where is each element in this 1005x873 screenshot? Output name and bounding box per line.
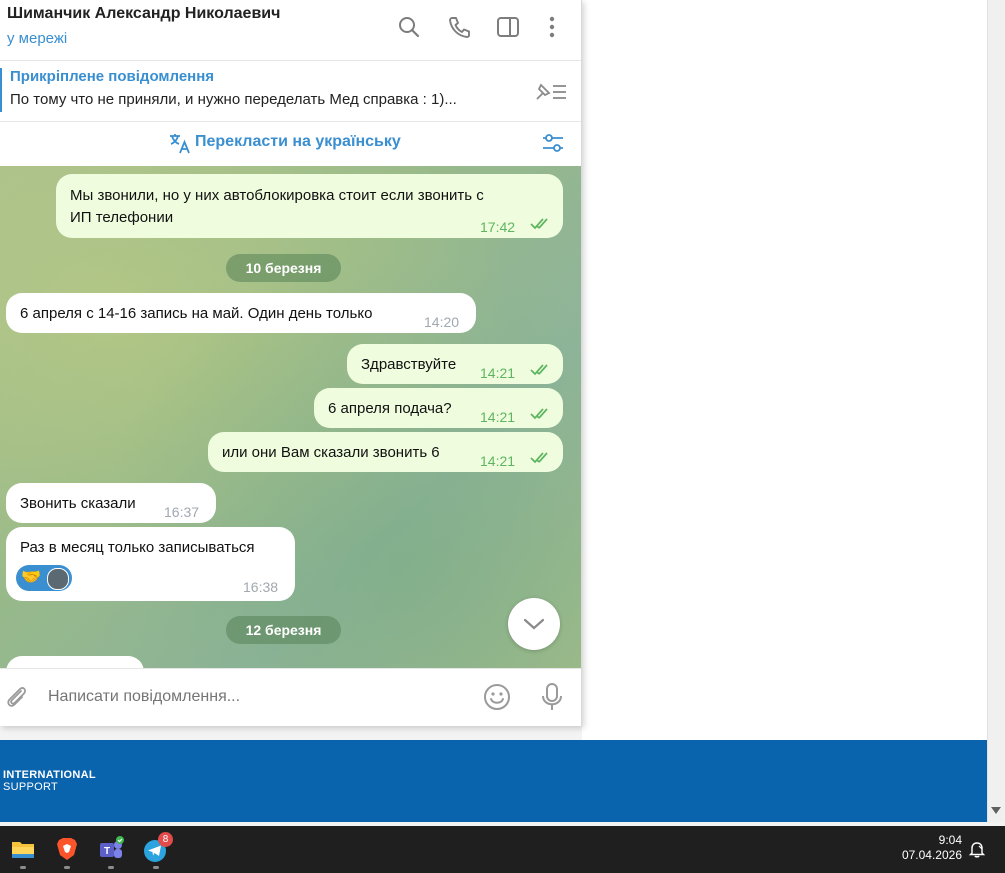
message-text: или они Вам сказали звонить 6 — [222, 444, 440, 461]
website-banner — [0, 740, 987, 822]
date-separator: 12 березня — [226, 616, 341, 644]
message-text: 6 апреля подача? — [328, 400, 452, 417]
page-scrollbar[interactable] — [987, 0, 1005, 822]
message-outgoing[interactable]: Здравствуйте 14:21 — [347, 344, 563, 384]
scroll-to-bottom-button[interactable] — [508, 598, 560, 650]
message-time: 16:37 — [164, 504, 200, 520]
svg-text:T: T — [104, 846, 110, 857]
taskbar-running-indicator — [20, 866, 26, 869]
message-text: Раз в месяц только записываться — [20, 539, 255, 556]
clock-time: 9:04 — [938, 833, 962, 847]
translate-settings-icon[interactable] — [541, 131, 565, 155]
teams-icon[interactable]: T — [98, 836, 124, 862]
read-checkmarks-icon — [530, 408, 548, 420]
message-time: 17:42 — [480, 219, 516, 235]
taskbar-running-indicator — [64, 866, 70, 869]
emoji-icon[interactable] — [482, 682, 512, 712]
telegram-unread-badge: 8 — [158, 832, 173, 847]
message-time: 14:21 — [480, 365, 516, 381]
pinned-text[interactable]: По тому что не приняли, и нужно передела… — [10, 91, 457, 108]
date-separator: 10 березня — [226, 254, 341, 282]
banner-line-2: SUPPORT — [3, 781, 59, 793]
scroll-down-arrow[interactable] — [991, 807, 1001, 814]
reaction-emoji: 🤝 — [21, 569, 41, 586]
desktop-background — [582, 0, 987, 740]
message-time: 14:21 — [480, 409, 516, 425]
reaction-chip[interactable]: 🤝 — [16, 565, 72, 591]
read-checkmarks-icon — [530, 218, 548, 230]
chat-status: у мережі — [7, 30, 68, 47]
chevron-down-icon — [523, 618, 545, 630]
message-input[interactable] — [46, 680, 470, 714]
message-text: 6 апреля с 14-16 запись на май. Один ден… — [20, 305, 373, 322]
microphone-icon[interactable] — [538, 682, 566, 712]
pin-list-icon[interactable] — [533, 79, 569, 103]
message-incoming[interactable]: 6 апреля с 14-16 запись на май. Один ден… — [6, 293, 476, 333]
clock-date: 07.04.2026 — [901, 848, 962, 862]
message-text: Звонить сказали — [20, 495, 136, 512]
message-time: 14:21 — [480, 453, 516, 469]
search-icon[interactable] — [396, 14, 422, 40]
chat-title[interactable]: Шиманчик Александр Николаевич — [7, 5, 280, 23]
chat-header[interactable]: Шиманчик Александр Николаевич у мережі — [0, 0, 581, 61]
file-explorer-icon[interactable] — [10, 836, 36, 862]
reaction-avatar — [47, 568, 69, 590]
sidebar-toggle-icon[interactable] — [495, 14, 521, 40]
message-incoming[interactable]: Звонить сказали 16:37 — [6, 483, 216, 523]
attach-icon[interactable] — [2, 683, 30, 711]
message-outgoing[interactable]: Мы звонили, но у них автоблокировка стои… — [56, 174, 563, 238]
message-text: Здравствуйте — [361, 356, 457, 373]
system-clock[interactable]: 9:04 07.04.2026 — [902, 833, 962, 863]
phone-icon[interactable] — [446, 14, 472, 40]
more-options-icon[interactable] — [539, 14, 565, 40]
translate-button[interactable]: Перекласти на українську — [195, 133, 401, 151]
taskbar-running-indicator — [108, 866, 114, 869]
message-incoming[interactable]: Раз в месяц только записываться 🤝 16:38 — [6, 527, 295, 601]
read-checkmarks-icon — [530, 364, 548, 376]
brave-browser-icon[interactable] — [54, 836, 80, 862]
message-outgoing[interactable]: 6 апреля подача? 14:21 — [314, 388, 563, 428]
telegram-window: Шиманчик Александр Николаевич у мережі П… — [0, 0, 582, 726]
read-checkmarks-icon — [530, 452, 548, 464]
pinned-title[interactable]: Прикріплене повідомлення — [10, 68, 214, 85]
translate-icon[interactable] — [168, 131, 192, 155]
pinned-indicator — [0, 68, 2, 112]
message-time: 16:38 — [243, 579, 279, 595]
message-text: Мы звонили, но у них автоблокировка стои… — [70, 187, 484, 204]
taskbar-running-indicator — [153, 866, 159, 869]
message-text-line2: ИП телефонии — [70, 209, 174, 226]
banner-logo-text: INTERNATIONAL SUPPORT — [3, 769, 96, 793]
banner-line-1: INTERNATIONAL — [3, 769, 96, 781]
message-time: 14:20 — [424, 314, 460, 330]
notification-bell-icon[interactable] — [968, 840, 986, 858]
message-outgoing[interactable]: или они Вам сказали звонить 6 14:21 — [208, 432, 563, 472]
